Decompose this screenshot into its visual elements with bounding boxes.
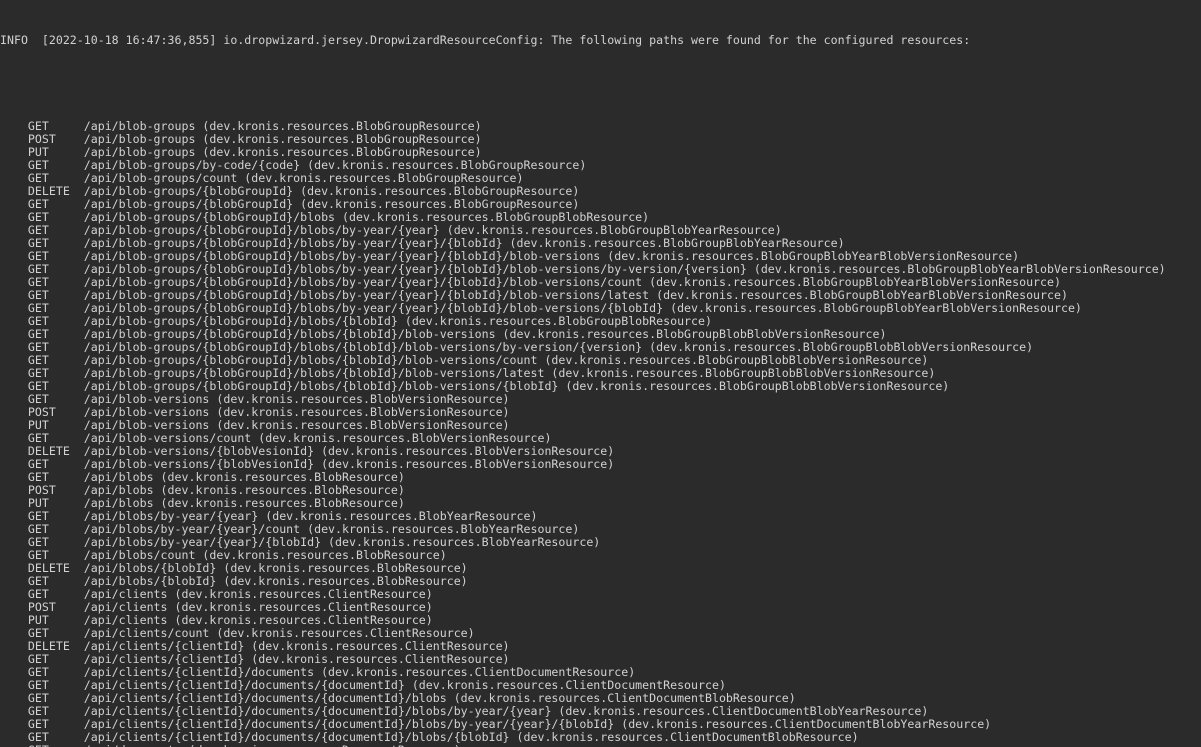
terminal-log-output[interactable]: INFO [2022-10-18 16:47:36,855] io.dropwi… [0, 0, 1201, 747]
log-blank-line [0, 81, 1201, 94]
log-line-list: GET /api/blob-groups (dev.kronis.resourc… [0, 120, 1201, 747]
log-header-line: INFO [2022-10-18 16:47:36,855] io.dropwi… [0, 33, 971, 47]
